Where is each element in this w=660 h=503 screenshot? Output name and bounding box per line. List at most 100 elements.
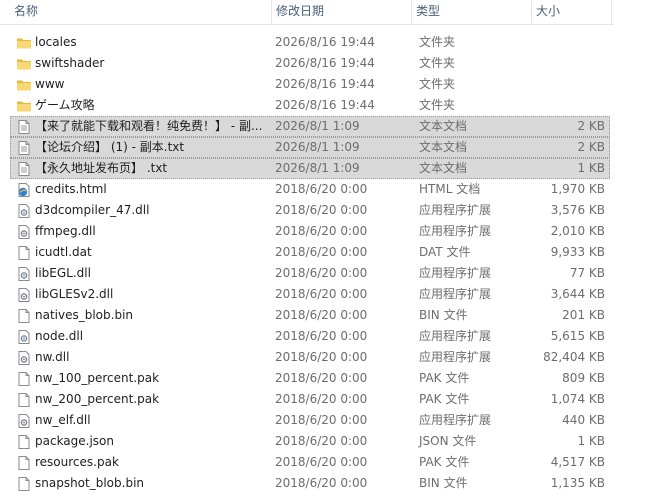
column-header-name[interactable]: 名称 — [10, 0, 272, 24]
file-row[interactable]: ffmpeg.dll 2018/6/20 0:00 应用程序扩展 2,010 KB — [10, 221, 610, 242]
file-size: 4,517 KB — [550, 455, 605, 469]
file-type: 应用程序扩展 — [419, 350, 492, 364]
blank-file-icon — [16, 245, 32, 261]
dll-file-icon — [16, 203, 32, 219]
file-date: 2018/6/20 0:00 — [275, 329, 368, 343]
file-type: 文本文档 — [419, 161, 468, 175]
file-date: 2026/8/16 19:44 — [275, 56, 375, 70]
blank-file-icon — [16, 371, 32, 387]
sort-ascending-icon: ^ — [134, 0, 144, 3]
file-row[interactable]: nw_200_percent.pak 2018/6/20 0:00 PAK 文件 1,… — [10, 389, 610, 410]
file-row[interactable]: 【论坛介绍】 (1) - 副本.txt 2026/8/1 1:09 文本文档 2 KB — [10, 137, 610, 158]
file-row[interactable]: credits.html 2018/6/20 0:00 HTML 文档 1,970 K… — [10, 179, 610, 200]
file-name: package.json — [35, 434, 115, 448]
file-size: 82,404 KB — [543, 350, 605, 364]
file-name: www — [35, 77, 65, 91]
file-size: 2 KB — [577, 140, 605, 154]
file-name: libEGL.dll — [35, 266, 91, 280]
file-name: credits.html — [35, 182, 107, 196]
folder-icon — [16, 56, 32, 72]
blank-file-icon — [16, 434, 32, 450]
file-date: 2018/6/20 0:00 — [275, 476, 368, 490]
file-type: 文本文档 — [419, 140, 468, 154]
file-date: 2026/8/16 19:44 — [275, 35, 375, 49]
file-size: 1,135 KB — [550, 476, 605, 490]
column-header-name-label: 名称 — [14, 4, 39, 18]
file-size: 2 KB — [577, 119, 605, 133]
column-header-size-label: 大小 — [536, 4, 561, 18]
file-row[interactable]: d3dcompiler_47.dll 2018/6/20 0:00 应用程序扩展 3,… — [10, 200, 610, 221]
file-name: locales — [35, 35, 77, 49]
file-date: 2018/6/20 0:00 — [275, 266, 368, 280]
file-type: PAK 文件 — [419, 371, 470, 385]
blank-file-icon — [16, 455, 32, 471]
file-date: 2018/6/20 0:00 — [275, 392, 368, 406]
file-date: 2018/6/20 0:00 — [275, 308, 368, 322]
file-name: nw_elf.dll — [35, 413, 91, 427]
file-row[interactable]: www 2026/8/16 19:44 文件夹 — [10, 74, 610, 95]
dll-file-icon — [16, 266, 32, 282]
text-file-icon — [16, 119, 32, 135]
file-date: 2026/8/1 1:09 — [275, 161, 360, 175]
file-row[interactable]: nw_elf.dll 2018/6/20 0:00 应用程序扩展 440 KB — [10, 410, 610, 431]
file-row[interactable]: natives_blob.bin 2018/6/20 0:00 BIN 文件 201 … — [10, 305, 610, 326]
file-row[interactable]: swiftshader 2026/8/16 19:44 文件夹 — [10, 53, 610, 74]
file-name: ゲーム攻略 — [35, 98, 95, 112]
file-date: 2018/6/20 0:00 — [275, 455, 368, 469]
file-row[interactable]: resources.pak 2018/6/20 0:00 PAK 文件 4,517 K… — [10, 452, 610, 473]
file-size: 1,970 KB — [550, 182, 605, 196]
file-row[interactable]: icudtl.dat 2018/6/20 0:00 DAT 文件 9,933 KB — [10, 242, 610, 263]
text-file-icon — [16, 140, 32, 156]
file-date: 2018/6/20 0:00 — [275, 203, 368, 217]
file-type: 文件夹 — [419, 77, 456, 91]
file-type: 应用程序扩展 — [419, 224, 492, 238]
file-size: 5,615 KB — [550, 329, 605, 343]
file-row[interactable]: nw.dll 2018/6/20 0:00 应用程序扩展 82,404 KB — [10, 347, 610, 368]
file-row[interactable]: locales 2026/8/16 19:44 文件夹 — [10, 32, 610, 53]
file-type: 文件夹 — [419, 98, 456, 112]
folder-icon — [16, 35, 32, 51]
file-explorer-list-view: 名称 ^ 修改日期 类型 大小 locales 2026/8/16 19:44 文件… — [0, 0, 660, 503]
file-date: 2026/8/1 1:09 — [275, 119, 360, 133]
file-date: 2018/6/20 0:00 — [275, 434, 368, 448]
file-row[interactable]: 【永久地址发布页】 .txt 2026/8/1 1:09 文本文档 1 KB — [10, 158, 610, 179]
file-name: d3dcompiler_47.dll — [35, 203, 150, 217]
file-type: 文本文档 — [419, 119, 468, 133]
file-name: 【论坛介绍】 (1) - 副本.txt — [35, 140, 185, 154]
file-row[interactable]: libGLESv2.dll 2018/6/20 0:00 应用程序扩展 3,644 K… — [10, 284, 610, 305]
file-row[interactable]: ゲーム攻略 2026/8/16 19:44 文件夹 — [10, 95, 610, 116]
file-type: HTML 文档 — [419, 182, 481, 196]
file-size: 201 KB — [562, 308, 605, 322]
file-date: 2026/8/16 19:44 — [275, 77, 375, 91]
file-row[interactable]: 【来了就能下载和观看！纯免费！】 - 副... 2026/8/1 1:09 文本文档… — [10, 116, 610, 137]
file-size: 2,010 KB — [550, 224, 605, 238]
file-date: 2018/6/20 0:00 — [275, 287, 368, 301]
folder-icon — [16, 77, 32, 93]
file-row[interactable]: package.json 2018/6/20 0:00 JSON 文件 1 KB — [10, 431, 610, 452]
column-header-type-label: 类型 — [416, 4, 441, 18]
file-row[interactable]: snapshot_blob.bin 2018/6/20 0:00 BIN 文件 1,1… — [10, 473, 610, 494]
file-row[interactable]: node.dll 2018/6/20 0:00 应用程序扩展 5,615 KB — [10, 326, 610, 347]
file-date: 2018/6/20 0:00 — [275, 224, 368, 238]
column-header-date[interactable]: 修改日期 — [272, 0, 412, 24]
dll-file-icon — [16, 413, 32, 429]
file-size: 1 KB — [577, 161, 605, 175]
blank-file-icon — [16, 392, 32, 408]
dll-file-icon — [16, 287, 32, 303]
folder-icon — [16, 98, 32, 114]
file-row[interactable]: nw_100_percent.pak 2018/6/20 0:00 PAK 文件 80… — [10, 368, 610, 389]
file-row[interactable]: libEGL.dll 2018/6/20 0:00 应用程序扩展 77 KB — [10, 263, 610, 284]
column-header-size[interactable]: 大小 — [532, 0, 612, 24]
file-name: icudtl.dat — [35, 245, 92, 259]
file-name: 【永久地址发布页】 .txt — [35, 161, 168, 175]
file-name: natives_blob.bin — [35, 308, 134, 322]
file-size: 77 KB — [569, 266, 605, 280]
file-name: resources.pak — [35, 455, 119, 469]
column-header-type[interactable]: 类型 — [412, 0, 532, 24]
file-type: 文件夹 — [419, 35, 456, 49]
file-type: JSON 文件 — [419, 434, 477, 448]
file-name: 【来了就能下载和观看！纯免费！】 - 副... — [35, 119, 263, 133]
file-size: 3,644 KB — [550, 287, 605, 301]
file-type: 应用程序扩展 — [419, 203, 492, 217]
file-name: swiftshader — [35, 56, 105, 70]
